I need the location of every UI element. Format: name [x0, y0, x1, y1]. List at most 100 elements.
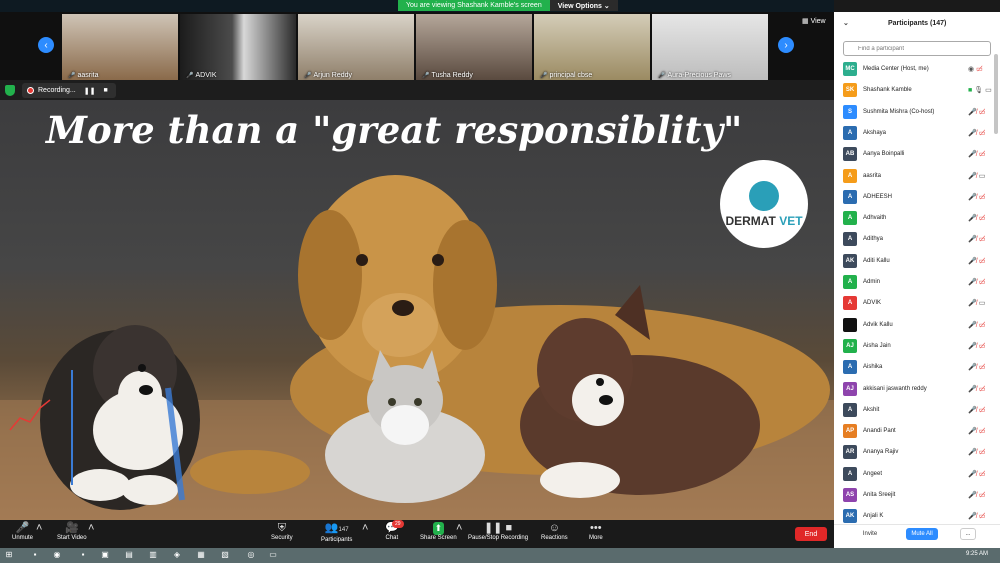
participant-row[interactable]: A Angeet 🎤̸ ▭̸: [834, 465, 994, 486]
chrome-icon[interactable]: ◎: [246, 550, 256, 560]
avatar: AP: [843, 424, 857, 439]
avatar: A: [843, 168, 857, 183]
participant-row[interactable]: AB Aanya Boinpalli 🎤̸ ▭̸: [834, 145, 994, 166]
video-options-caret[interactable]: ˄: [88, 522, 94, 535]
next-page-icon[interactable]: ›: [778, 37, 794, 53]
participant-row[interactable]: S Sushmita Mishra (Co-host) 🎤̸ ▭̸: [834, 103, 994, 124]
task-app-icon[interactable]: ▧: [220, 550, 230, 560]
video-off-icon: ▭̸: [978, 129, 986, 137]
participant-row[interactable]: AJ Aisha Jain 🎤̸ ▭̸: [834, 337, 994, 358]
video-off-icon: ▭̸: [978, 449, 986, 457]
more-button[interactable]: ••• More: [589, 522, 603, 541]
reactions-button[interactable]: ☺ Reactions: [541, 522, 568, 541]
stop-icon[interactable]: ■: [103, 87, 107, 94]
participant-row[interactable]: A Aishika 🎤̸ ▭̸: [834, 358, 994, 379]
audio-options-caret[interactable]: ˄: [36, 522, 42, 535]
task-app-icon[interactable]: ▪: [78, 550, 88, 560]
participant-row[interactable]: AJ akkisani jaswanth reddy 🎤̸ ▭̸: [834, 380, 994, 401]
participants-options-caret[interactable]: ˄: [362, 522, 368, 535]
avatar: SK: [843, 83, 857, 98]
share-screen-label: Share Screen: [420, 535, 457, 541]
video-thumbnail[interactable]: Aura-Precious Paws: [652, 14, 768, 80]
panel-scrollbar[interactable]: [994, 54, 998, 134]
invite-button[interactable]: Invite: [856, 528, 884, 540]
pause-icon[interactable]: ❚❚: [84, 87, 96, 95]
video-off-icon: ▭̸: [978, 406, 986, 414]
windows-start-icon[interactable]: ⊞: [4, 550, 14, 560]
taskbar-clock: 9:25 AM: [966, 551, 989, 557]
thumbnail-name: aasrita: [68, 72, 98, 79]
prev-page-icon[interactable]: ‹: [38, 37, 54, 53]
participant-row[interactable]: A Adhvaith 🎤̸ ▭̸: [834, 209, 994, 230]
participant-row[interactable]: A ADHEESH 🎤̸ ▭̸: [834, 188, 994, 209]
video-off-icon: ▭̸: [978, 321, 986, 329]
start-video-button[interactable]: 🎥 Start Video: [57, 522, 87, 541]
mic-off-icon: 🎤̸: [968, 215, 977, 223]
participant-row[interactable]: A ADVIK 🎤̸ ▭: [834, 294, 994, 315]
share-options-caret[interactable]: ˄: [456, 522, 462, 535]
view-options-button[interactable]: View Options ⌄: [549, 0, 618, 11]
avatar: AR: [843, 445, 857, 460]
video-thumbnail[interactable]: ADVIK: [180, 14, 296, 80]
browser-icon[interactable]: ◉: [52, 550, 62, 560]
video-thumbnail[interactable]: aasrita: [62, 14, 178, 80]
chevron-down-icon[interactable]: ⌄: [843, 19, 849, 27]
task-app-icon[interactable]: ▣: [100, 550, 110, 560]
task-app-icon[interactable]: ▥: [148, 550, 158, 560]
video-thumbnail[interactable]: principal cbse: [534, 14, 650, 80]
mic-off-icon: 🎤̸: [968, 108, 977, 116]
participant-name: Anjali K: [863, 513, 884, 520]
video-off-icon: ▭̸: [978, 385, 986, 393]
participant-row[interactable]: AP Anandi Pant 🎤̸ ▭̸: [834, 422, 994, 443]
security-button[interactable]: ⛨ Security: [271, 522, 293, 541]
thumbnail-name: Tusha Reddy: [422, 72, 472, 79]
participant-row[interactable]: A Akshaya 🎤̸ ▭̸: [834, 124, 994, 145]
avatar: A: [843, 360, 857, 375]
grid-icon: ▦: [802, 18, 811, 25]
participant-row[interactable]: Advik Kallu 🎤̸ ▭̸: [834, 316, 994, 337]
video-thumbnail[interactable]: Tusha Reddy: [416, 14, 532, 80]
paw-logo-icon: [749, 180, 779, 211]
shield-icon[interactable]: [5, 85, 15, 96]
zoom-app-icon[interactable]: ▭: [268, 550, 278, 560]
participant-row[interactable]: AS Anita Sreejit 🎤̸ ▭̸: [834, 486, 994, 507]
video-thumbnail[interactable]: Arjun Reddy: [298, 14, 414, 80]
task-app-icon[interactable]: ◈: [172, 550, 182, 560]
video-off-icon: ▭̸: [978, 342, 986, 350]
avatar: AJ: [843, 338, 857, 353]
mute-all-button[interactable]: Mute All: [906, 528, 938, 540]
participants-button[interactable]: 👥147 Participants: [321, 522, 352, 543]
share-banner: You are viewing Shashank Kamble's screen…: [398, 0, 618, 11]
task-app-icon[interactable]: ▤: [124, 550, 134, 560]
pause-stop-recording-button[interactable]: ❚❚ ■ Pause/Stop Recording: [468, 522, 528, 541]
avatar: MC: [843, 62, 857, 76]
avatar: AB: [843, 147, 857, 162]
task-app-icon[interactable]: ▪: [30, 550, 40, 560]
search-input[interactable]: [843, 41, 991, 56]
avatar: A: [843, 189, 857, 204]
avatar: A: [843, 275, 857, 289]
security-label: Security: [271, 535, 293, 541]
participant-row[interactable]: SK Shashank Kamble ■ 🎙 ▭: [834, 81, 994, 102]
panel-more-button[interactable]: ...: [960, 528, 976, 540]
participants-label: Participants: [321, 537, 353, 543]
avatar: AJ: [843, 381, 857, 396]
share-screen-button[interactable]: ⬆ Share Screen: [420, 522, 457, 541]
participant-name: Media Center (Host, me): [863, 66, 929, 72]
task-app-icon[interactable]: ▦: [196, 550, 206, 560]
mic-off-icon: 🎤̸: [968, 321, 977, 329]
caret-up-icon: ˄: [88, 522, 95, 534]
end-meeting-button[interactable]: End: [795, 527, 827, 541]
mic-off-icon: 🎤̸: [968, 406, 977, 414]
slide-title: More than a "great responsiblity": [46, 108, 743, 152]
participant-row[interactable]: AK Aditi Kallu 🎤̸ ▭̸: [834, 252, 994, 273]
caret-up-icon: ˄: [456, 522, 463, 534]
participant-row[interactable]: A Adithya 🎤̸ ▭̸: [834, 230, 994, 251]
participant-row[interactable]: MC Media Center (Host, me) ◉ ▭̸: [834, 60, 994, 81]
participant-row[interactable]: Aaasrita 🎤̸ ▭: [834, 167, 994, 188]
participant-row[interactable]: A Akshit 🎤̸ ▭̸: [834, 401, 994, 422]
unmute-button[interactable]: 🎤 Unmute: [12, 522, 33, 541]
view-button[interactable]: ▦ View: [802, 17, 826, 25]
participant-row[interactable]: A Admin 🎤̸ ▭̸: [834, 273, 994, 294]
participant-row[interactable]: AR Ananya Rajiv 🎤̸ ▭̸: [834, 443, 994, 464]
